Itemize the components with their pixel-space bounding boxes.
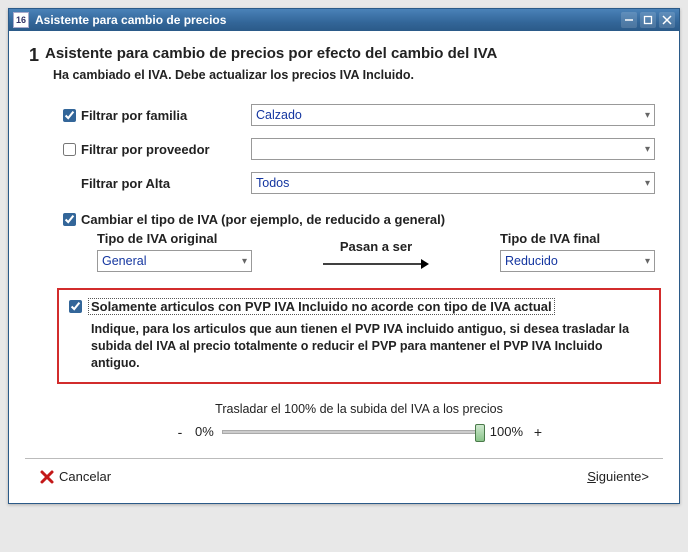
maximize-button[interactable]: [640, 12, 656, 28]
iva-final-block: Tipo de IVA final Reducido ▾: [500, 231, 655, 272]
arrow-right-icon: [321, 258, 431, 270]
filter-alta-label: Filtrar por Alta: [81, 176, 251, 191]
iva-final-header: Tipo de IVA final: [500, 231, 655, 246]
chevron-down-icon: ▾: [645, 144, 650, 155]
chevron-down-icon: ▾: [645, 110, 650, 121]
filter-supplier-select[interactable]: ▾: [251, 138, 655, 160]
cancel-label: Cancelar: [59, 469, 111, 484]
highlight-label: Solamente articulos con PVP IVA Incluido…: [88, 298, 555, 315]
filter-supplier-checkbox[interactable]: [63, 143, 76, 156]
iva-conversion-row: Tipo de IVA original General ▾ Pasan a s…: [63, 231, 655, 272]
filter-family-label: Filtrar por familia: [81, 108, 251, 123]
window-title: Asistente para cambio de precios: [35, 13, 618, 27]
window-frame: 16 Asistente para cambio de precios 1 As…: [8, 8, 680, 504]
footer: Cancelar Siguiente>: [25, 458, 663, 495]
filter-alta-value: Todos: [256, 176, 289, 190]
minimize-button[interactable]: [621, 12, 637, 28]
filter-supplier-row: Filtrar por proveedor ▾: [63, 138, 655, 160]
iva-final-value: Reducido: [505, 254, 558, 268]
highlight-text: Indique, para los articulos que aun tien…: [91, 321, 649, 372]
content-area: 1 Asistente para cambio de precios por e…: [9, 31, 679, 503]
filter-family-select[interactable]: Calzado ▾: [251, 104, 655, 126]
change-iva-label: Cambiar el tipo de IVA (por ejemplo, de …: [81, 212, 445, 227]
form-area: Filtrar por familia Calzado ▾ Filtrar po…: [25, 104, 663, 440]
filter-family-value: Calzado: [256, 108, 302, 122]
slider-thumb[interactable]: [475, 424, 485, 442]
change-iva-checkbox[interactable]: [63, 213, 76, 226]
cancel-icon: [39, 469, 55, 485]
slider-track[interactable]: [222, 430, 482, 434]
iva-original-block: Tipo de IVA original General ▾: [97, 231, 252, 272]
step-subtitle: Ha cambiado el IVA. Debe actualizar los …: [53, 68, 663, 82]
filter-alta-row: Filtrar por Alta Todos ▾: [63, 172, 655, 194]
highlight-box: Solamente articulos con PVP IVA Incluido…: [57, 288, 661, 384]
close-button[interactable]: [659, 12, 675, 28]
slider-caption: Trasladar el 100% de la subida del IVA a…: [63, 402, 655, 416]
iva-pasan-label: Pasan a ser: [340, 239, 412, 254]
titlebar: 16 Asistente para cambio de precios: [9, 9, 679, 31]
next-label: Siguiente>: [587, 469, 649, 484]
change-iva-row: Cambiar el tipo de IVA (por ejemplo, de …: [63, 212, 655, 227]
app-icon: 16: [13, 12, 29, 28]
iva-arrow-block: Pasan a ser: [252, 239, 500, 272]
step-title: Asistente para cambio de precios por efe…: [45, 45, 497, 62]
iva-original-value: General: [102, 254, 146, 268]
chevron-down-icon: ▾: [645, 256, 650, 267]
slider-increment[interactable]: +: [531, 424, 545, 440]
highlight-checkbox[interactable]: [69, 300, 82, 313]
highlight-header-row: Solamente articulos con PVP IVA Incluido…: [69, 298, 649, 315]
next-button[interactable]: Siguiente>: [581, 465, 655, 488]
filter-supplier-label: Filtrar por proveedor: [81, 142, 251, 157]
step-number: 1: [25, 45, 39, 66]
slider-min-label: 0%: [195, 424, 214, 439]
filter-alta-select[interactable]: Todos ▾: [251, 172, 655, 194]
chevron-down-icon: ▾: [645, 178, 650, 189]
iva-final-select[interactable]: Reducido ▾: [500, 250, 655, 272]
filter-family-row: Filtrar por familia Calzado ▾: [63, 104, 655, 126]
iva-original-header: Tipo de IVA original: [97, 231, 252, 246]
filter-family-checkbox[interactable]: [63, 109, 76, 122]
slider-max-label: 100%: [490, 424, 523, 439]
chevron-down-icon: ▾: [242, 256, 247, 267]
step-header: 1 Asistente para cambio de precios por e…: [25, 45, 663, 66]
cancel-button[interactable]: Cancelar: [33, 465, 117, 489]
slider-row: - 0% 100% +: [63, 424, 655, 440]
iva-original-select[interactable]: General ▾: [97, 250, 252, 272]
slider-decrement[interactable]: -: [173, 424, 187, 440]
